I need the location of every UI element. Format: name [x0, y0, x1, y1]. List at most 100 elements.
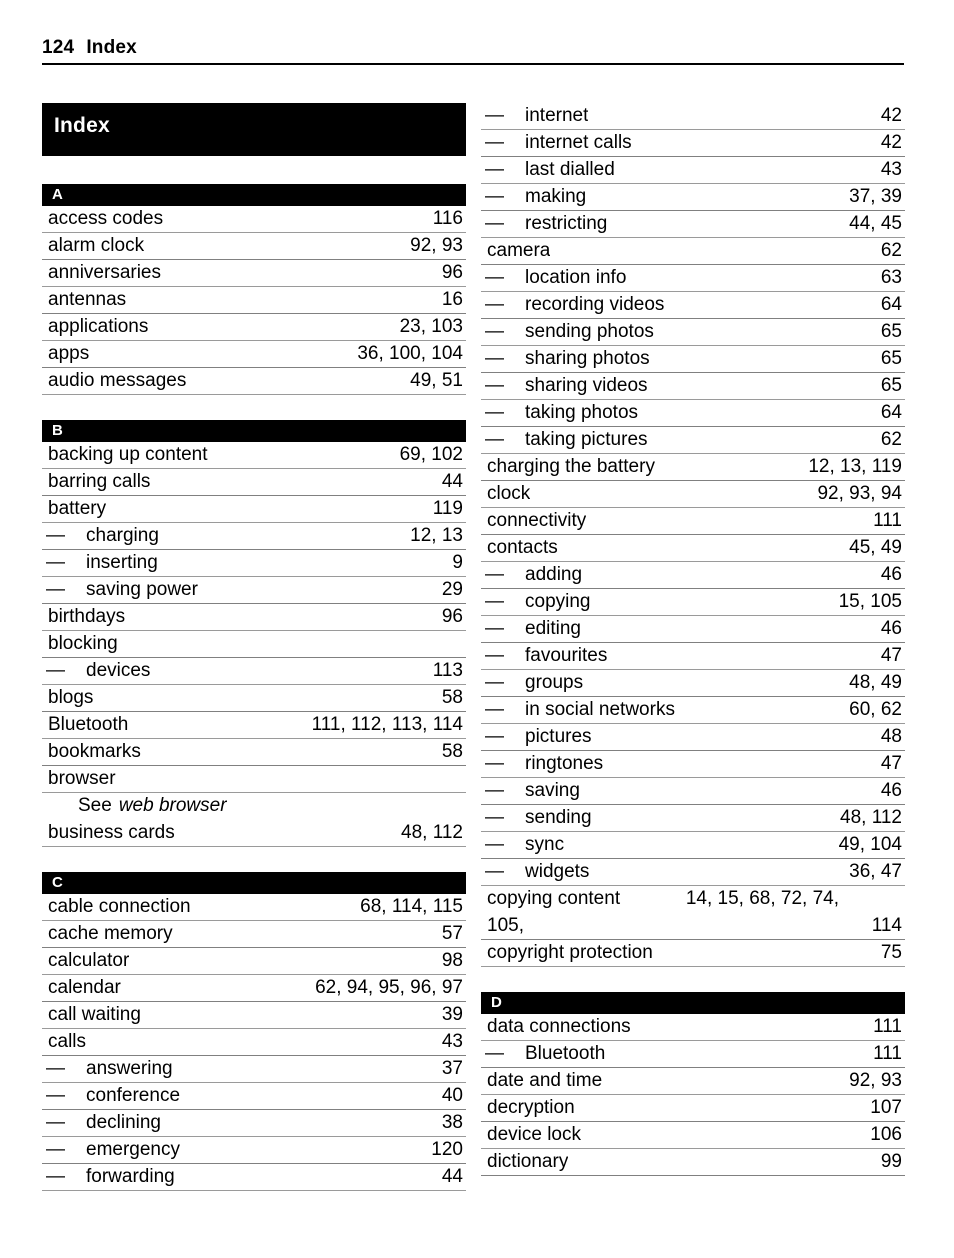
index-entry-term: cache memory [48, 923, 173, 944]
index-entry-pages: 116 [432, 208, 463, 229]
index-entry: calculator 98 [42, 948, 466, 975]
index-entry-term: — sharing videos [481, 373, 648, 399]
index-entry-term: blogs [48, 687, 94, 708]
index-entry-pages: 60, 62 [849, 699, 902, 720]
index-entry-term: — taking pictures [481, 427, 648, 453]
index-entry-term: — widgets [481, 859, 589, 885]
index-column-right: — internet 42 — internet calls 42 — last dialle… [481, 103, 905, 1176]
index-entry-label: pictures [525, 726, 592, 747]
index-entry-term: — adding [481, 562, 582, 588]
index-entry-pages: 48, 49 [849, 672, 902, 693]
index-entry-sub: — pictures 48 [481, 724, 905, 751]
index-entry-pages: 69, 102 [399, 444, 463, 465]
index-entry-term: charging the battery [487, 456, 655, 477]
index-entry-term: device lock [487, 1124, 581, 1145]
index-entry-sub: — making 37, 39 [481, 184, 905, 211]
index-entry: barring calls 44 [42, 469, 466, 496]
index-entry-term: date and time [487, 1070, 603, 1091]
em-dash-icon: — [485, 348, 504, 369]
index-entry-pages: 49, 104 [838, 834, 902, 855]
index-entry-term: blocking [48, 633, 118, 654]
index-entry-pages: 107 [870, 1097, 902, 1118]
em-dash-icon: — [485, 402, 504, 423]
index-entry-label: location info [525, 267, 627, 288]
index-entry-term: — sending [481, 805, 592, 831]
index-entry-sub: — last dialled 43 [481, 157, 905, 184]
index-entry-term: — sending photos [481, 319, 654, 345]
em-dash-icon: — [46, 525, 65, 546]
index-entry-sub: — declining 38 [42, 1110, 466, 1137]
index-section-d: Ddata connections 111 — Bluetooth 111 date an… [481, 992, 905, 1176]
index-entry: calendar 62, 94, 95, 96, 97 [42, 975, 466, 1002]
index-entry-term: — recording videos [481, 292, 664, 318]
index-entry: charging the battery 12, 13, 119 [481, 454, 905, 481]
em-dash-icon: — [485, 564, 504, 585]
page-header-section-name: Index [86, 37, 137, 58]
index-entry-pages: 98 [441, 950, 463, 971]
index-entry-pages: 36, 100, 104 [357, 343, 463, 364]
index-entry-term: — restricting [481, 211, 607, 237]
index-entry-term: camera [487, 240, 551, 261]
index-entry-sub: — internet calls 42 [481, 130, 905, 157]
index-entry-term: — forwarding [42, 1164, 175, 1190]
index-entry-label: saving [525, 780, 580, 801]
em-dash-icon: — [485, 672, 504, 693]
index-entry-see-target[interactable]: web browser [119, 795, 227, 816]
index-entry-pages: 23, 103 [399, 316, 463, 337]
index-entry-term: contacts [487, 537, 558, 558]
index-entry-label: internet [525, 105, 589, 126]
index-entry: call waiting 39 [42, 1002, 466, 1029]
index-entry: applications 23, 103 [42, 314, 466, 341]
index-entry-term: calculator [48, 950, 130, 971]
index-entry: calls 43 [42, 1029, 466, 1056]
index-entry-label: inserting [86, 552, 158, 573]
index-entry-see-label: See web browser [78, 795, 227, 816]
index-entry: audio messages 49, 51 [42, 368, 466, 395]
index-entry-sub: — copying 15, 105 [481, 589, 905, 616]
index-entry-term: access codes [48, 208, 164, 229]
index-entry-pages: 44 [441, 1166, 463, 1187]
index-entry-term: browser [48, 768, 116, 789]
em-dash-icon: — [46, 552, 65, 573]
index-entry-label: groups [525, 672, 584, 693]
index-entry-term: birthdays [48, 606, 126, 627]
em-dash-icon: — [485, 780, 504, 801]
index-entry: browser [42, 766, 466, 793]
em-dash-icon: — [485, 861, 504, 882]
index-entry-term: — inserting [42, 550, 158, 576]
index-entry-term: antennas [48, 289, 127, 310]
index-entry-pages: 65 [880, 321, 902, 342]
index-entry: bookmarks 58 [42, 739, 466, 766]
index-entry-pages: 49, 51 [410, 370, 463, 391]
index-entry-term: Bluetooth [48, 714, 129, 735]
index-entry: decryption 107 [481, 1095, 905, 1122]
index-entry-pages: 42 [880, 105, 902, 126]
index-entry-label: answering [86, 1058, 173, 1079]
index-entry-term: applications [48, 316, 149, 337]
index-entry-label: adding [525, 564, 583, 585]
index-entry-term: business cards [48, 822, 175, 843]
index-entry-label: recording videos [525, 294, 665, 315]
index-entry-term: — answering [42, 1056, 173, 1082]
em-dash-icon: — [46, 1139, 65, 1160]
index-entry-term: anniversaries [48, 262, 161, 283]
index-entry-label: devices [86, 660, 151, 681]
index-entry-sub: — internet 42 [481, 103, 905, 130]
index-entry-term: copyright protection [487, 942, 653, 963]
em-dash-icon: — [485, 834, 504, 855]
index-entry-pages: 96 [441, 262, 463, 283]
index-entry-term: clock [487, 483, 531, 504]
index-entry-pages: 15, 105 [838, 591, 902, 612]
index-entry: anniversaries 96 [42, 260, 466, 287]
em-dash-icon: — [485, 807, 504, 828]
index-entry-pages: 39 [441, 1004, 463, 1025]
index-entry-label: internet calls [525, 132, 632, 153]
index-entry-sub: — taking pictures 62 [481, 427, 905, 454]
index-entry: blogs 58 [42, 685, 466, 712]
em-dash-icon: — [485, 213, 504, 234]
index-entry: alarm clock 92, 93 [42, 233, 466, 260]
index-entry: copyright protection 75 [481, 940, 905, 967]
index-entry-label: sharing photos [525, 348, 650, 369]
index-entry-term: — favourites [481, 643, 607, 669]
index-entry-pages: 62 [880, 240, 902, 261]
